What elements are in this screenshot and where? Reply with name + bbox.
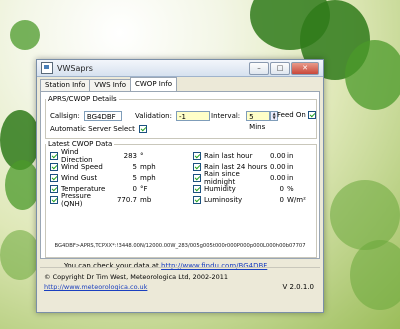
wind-direction-checkbox[interactable] — [50, 151, 58, 160]
wind-direction-value: 283 — [123, 151, 137, 160]
data-row: Humidity 0 % — [193, 184, 294, 193]
data-row: Rain since midnight 0.00 in — [193, 170, 294, 186]
rain-hour-label: Rain last hour — [204, 151, 253, 160]
auto-server-label: Automatic Server Select — [50, 125, 135, 133]
tab-cwop-info[interactable]: CWOP Info — [130, 77, 178, 91]
window-content: Station Info VWS Info CWOP Info APRS/CWO… — [40, 77, 320, 312]
interval-label: Interval: — [211, 112, 241, 120]
data-row: Wind Gust 5 mph — [50, 173, 156, 182]
rain-midnight-unit: in — [287, 173, 294, 182]
title-bar[interactable]: VWSaprs – □ ✕ — [37, 60, 323, 77]
auto-server-checkbox[interactable] — [138, 125, 147, 133]
pressure-unit: mb — [140, 195, 152, 204]
luminosity-checkbox[interactable] — [193, 195, 201, 204]
close-button[interactable]: ✕ — [291, 61, 319, 75]
rain-24h-unit: in — [287, 162, 294, 171]
tab-bar: Station Info VWS Info CWOP Info — [40, 77, 320, 91]
callsign-input[interactable]: BG4DBF — [83, 111, 122, 121]
wind-speed-unit: mph — [140, 162, 156, 171]
pressure-checkbox[interactable] — [50, 195, 58, 204]
vwsaprs-window: VWSaprs – □ ✕ Station Info VWS Info CWOP… — [36, 59, 324, 313]
callsign-label: Callsign: — [50, 112, 80, 120]
rain-hour-value: 0.00 — [270, 151, 286, 160]
data-row: Luminosity 0 W/m² — [193, 195, 306, 204]
rain-hour-unit: in — [287, 151, 294, 160]
aprs-details-legend: APRS/CWOP Details — [48, 95, 117, 103]
maximize-button[interactable]: □ — [270, 61, 290, 75]
data-row: Wind Speed 5 mph — [50, 162, 156, 171]
wind-speed-label: Wind Speed — [61, 162, 103, 171]
website-link[interactable]: http://www.meteorologica.co.uk — [44, 283, 147, 291]
humidity-checkbox[interactable] — [193, 184, 201, 193]
temperature-value: 0 — [132, 184, 137, 193]
pressure-value: 770.7 — [116, 195, 137, 204]
wind-speed-value: 5 — [132, 162, 137, 171]
cwop-info-panel: APRS/CWOP Details Callsign: BG4DBF Valid… — [40, 91, 320, 259]
humidity-unit: % — [287, 184, 294, 193]
wind-gust-value: 5 — [132, 173, 137, 182]
data-row: Rain last hour 0.00 in — [193, 151, 293, 160]
rain-midnight-checkbox[interactable] — [193, 173, 201, 182]
data-row: Pressure (QNH) 770.7 mb — [50, 192, 152, 208]
aprs-packet-text: BG4DBF>APRS,TCPXX*:!3448.00N/12000.00W_2… — [54, 243, 306, 249]
window-title: VWSaprs — [57, 63, 93, 73]
data-row: Wind Direction 283 ° — [50, 148, 144, 164]
copyright-text: © Copyright Dr Tim West, Meteorologica L… — [44, 273, 229, 281]
wind-speed-checkbox[interactable] — [50, 162, 58, 171]
tab-station-info[interactable]: Station Info — [40, 79, 91, 91]
version-label: V 2.0.1.0 — [282, 283, 314, 291]
wind-gust-label: Wind Gust — [61, 173, 98, 182]
wind-gust-checkbox[interactable] — [50, 173, 58, 182]
footer: © Copyright Dr Tim West, Meteorologica L… — [40, 267, 320, 312]
interval-input[interactable]: 5 Mins — [246, 111, 271, 131]
luminosity-unit: W/m² — [287, 195, 306, 204]
temperature-unit: °F — [140, 184, 148, 193]
feed-on-label: Feed On — [277, 111, 306, 119]
pressure-label: Pressure (QNH) — [61, 191, 91, 208]
temperature-checkbox[interactable] — [50, 184, 58, 193]
wind-gust-unit: mph — [140, 173, 156, 182]
rain-midnight-value: 0.00 — [270, 173, 286, 182]
rain-hour-checkbox[interactable] — [193, 151, 201, 160]
wind-direction-unit: ° — [140, 151, 144, 160]
app-icon — [41, 62, 53, 74]
luminosity-value: 0 — [279, 195, 284, 204]
tab-vws-info[interactable]: VWS Info — [89, 79, 131, 91]
validation-label: Validation: — [135, 112, 172, 120]
feed-on-checkbox[interactable] — [307, 111, 316, 119]
luminosity-label: Luminosity — [204, 195, 243, 204]
rain-24h-value: 0.00 — [270, 162, 286, 171]
minimize-button[interactable]: – — [249, 61, 269, 75]
validation-input[interactable]: -1 — [175, 111, 210, 121]
rain-24h-checkbox[interactable] — [193, 162, 201, 171]
humidity-label: Humidity — [204, 184, 236, 193]
humidity-value: 0 — [279, 184, 284, 193]
